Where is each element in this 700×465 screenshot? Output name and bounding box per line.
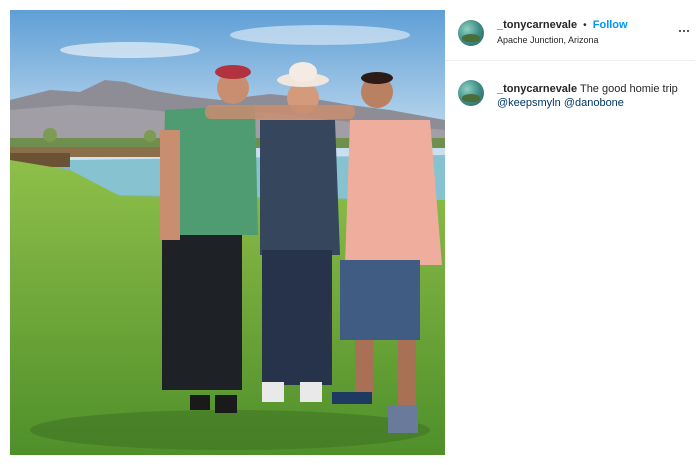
- follow-button[interactable]: Follow: [593, 19, 628, 31]
- location-link[interactable]: Apache Junction, Arizona: [497, 35, 599, 45]
- post-photo: [10, 10, 445, 455]
- username-link[interactable]: _tonycarnevale: [497, 19, 577, 31]
- comment-text: _tonycarnevale The good homie trip @keep…: [497, 82, 687, 110]
- separator-dot: •: [583, 20, 587, 31]
- mention-link[interactable]: @danobone: [564, 97, 624, 109]
- avatar[interactable]: [458, 20, 484, 46]
- caption-text: The good homie trip: [579, 83, 678, 95]
- post-side-panel: _tonycarnevale • Follow Apache Junction,…: [445, 10, 695, 455]
- avatar[interactable]: [458, 80, 484, 106]
- golf-course-photo: [10, 10, 445, 455]
- post-header: _tonycarnevale • Follow Apache Junction,…: [445, 10, 695, 61]
- comment-username-link[interactable]: _tonycarnevale: [497, 83, 577, 95]
- more-options-icon[interactable]: [679, 28, 689, 32]
- mention-link[interactable]: @keepsmyln: [497, 97, 561, 109]
- header-line: _tonycarnevale • Follow: [497, 19, 628, 31]
